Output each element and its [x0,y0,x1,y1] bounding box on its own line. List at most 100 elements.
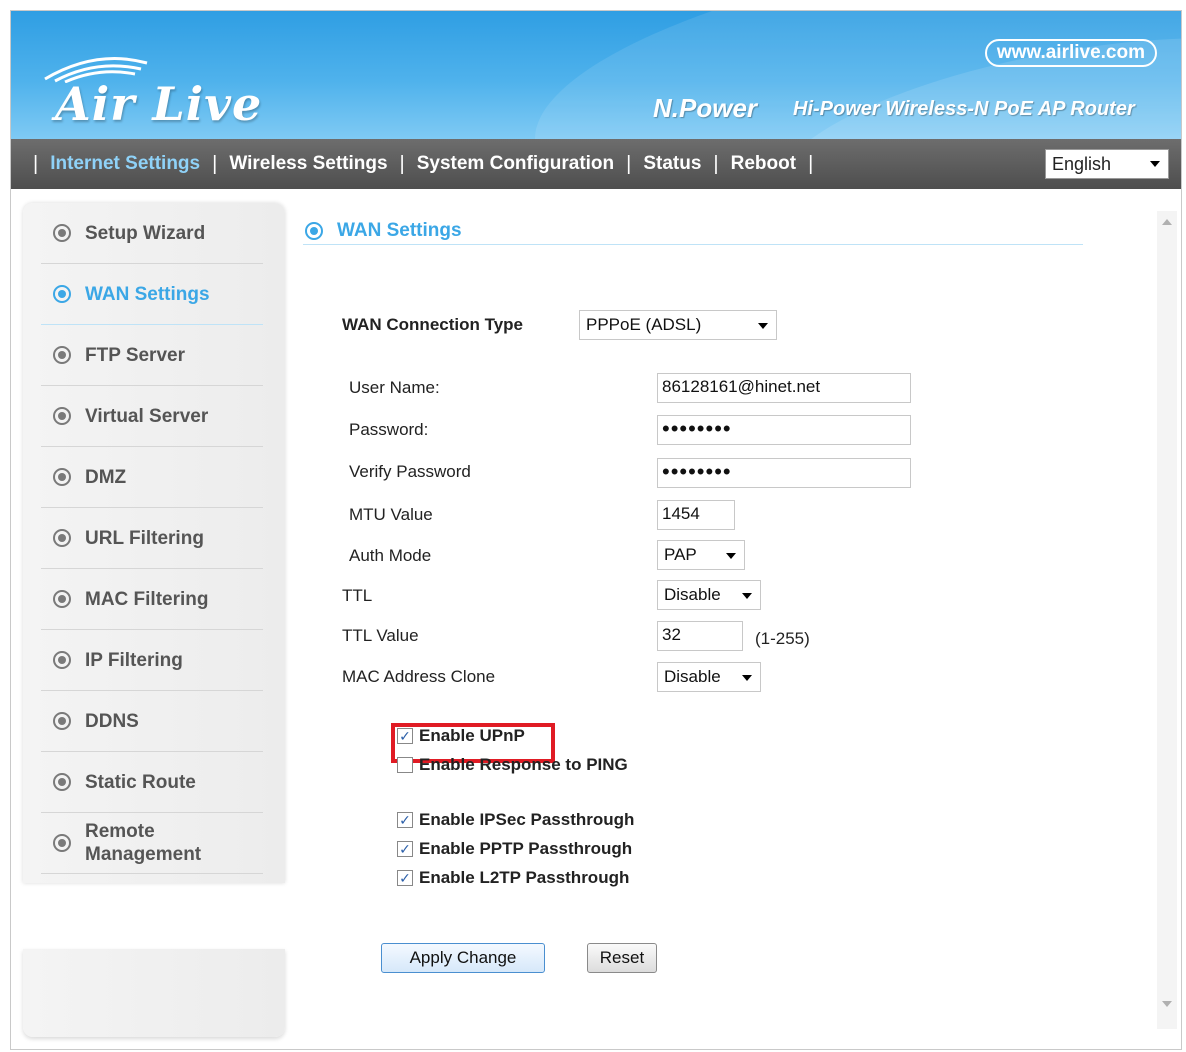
mtu-input[interactable]: 1454 [657,500,735,530]
sidebar-item-label: Remote Management [85,821,202,865]
product-tagline: Hi-Power Wireless-N PoE AP Router [793,98,1135,120]
ttl-label: TTL [342,586,373,605]
sidebar-item-label: FTP Server [85,344,185,366]
sidebar-footer [23,949,285,1037]
radio-bullet-icon [53,224,71,242]
sidebar-item-label: WAN Settings [85,283,210,305]
enable-upnp-row[interactable]: ✓ Enable UPnP [397,726,525,746]
sidebar-item-label: DMZ [85,466,127,488]
nav-divider: | [212,152,218,175]
radio-bullet-icon [53,468,71,486]
verify-password-input[interactable]: •••••••• [657,458,911,488]
radio-bullet-icon [53,712,71,730]
sidebar-item-dmz[interactable]: DMZ [41,447,263,508]
ttl-value-label: TTL Value [342,626,419,645]
checkbox-checked-icon[interactable]: ✓ [397,728,413,744]
sidebar-item-setup-wizard[interactable]: Setup Wizard [41,203,263,264]
enable-ping-label: Enable Response to PING [419,755,628,774]
sidebar-item-ddns[interactable]: DDNS [41,691,263,752]
auth-mode-select[interactable]: PAP [657,540,745,570]
sidebar-item-label: IP Filtering [85,649,183,671]
language-value: English [1052,153,1112,174]
auth-mode-value: PAP [664,545,697,564]
verify-password-label: Verify Password [349,462,471,481]
mac-clone-select[interactable]: Disable [657,662,761,692]
radio-bullet-icon [53,529,71,547]
auth-mode-label: Auth Mode [349,546,432,565]
sidebar-item-url-filtering[interactable]: URL Filtering [41,508,263,569]
nav-system-configuration[interactable]: System Configuration [417,153,614,175]
nav-reboot[interactable]: Reboot [731,153,796,175]
sidebar-item-label: Static Route [85,771,196,793]
header-banner: Air Live www.airlive.com N.Power Hi-Powe… [11,11,1181,139]
page-title: WAN Settings [337,219,462,241]
product-line: N.Power [653,93,758,123]
sidebar-item-remote-management[interactable]: Remote Management [41,813,263,874]
enable-ipsec-row[interactable]: ✓ Enable IPSec Passthrough [397,810,634,830]
sidebar-item-virtual-server[interactable]: Virtual Server [41,386,263,447]
nav-internet-settings[interactable]: Internet Settings [50,153,200,175]
nav-divider: | [808,152,814,175]
sidebar-item-ip-filtering[interactable]: IP Filtering [41,630,263,691]
user-name-input[interactable]: 86128161@hinet.net [657,373,911,403]
enable-l2tp-label: Enable L2TP Passthrough [419,868,630,887]
radio-bullet-icon [53,834,71,852]
mac-clone-value: Disable [664,667,721,686]
sidebar-item-label: URL Filtering [85,527,204,549]
sidebar: Setup Wizard WAN Settings FTP Server Vir… [23,203,285,883]
scroll-down-icon[interactable] [1162,1001,1172,1007]
browser-frame: Air Live www.airlive.com N.Power Hi-Powe… [10,10,1182,1050]
enable-pptp-label: Enable PPTP Passthrough [419,839,633,858]
nav-divider: | [399,152,405,175]
wan-connection-type-label: WAN Connection Type [342,315,524,334]
wan-connection-type-value: PPPoE (ADSL) [586,315,702,334]
scroll-up-icon[interactable] [1162,219,1172,225]
sidebar-item-ftp-server[interactable]: FTP Server [41,325,263,386]
nav-divider: | [713,152,719,175]
checkbox-checked-icon[interactable]: ✓ [397,870,413,886]
enable-upnp-label: Enable UPnP [419,726,525,745]
chevron-down-icon [1150,161,1160,167]
enable-ping-row[interactable]: Enable Response to PING [397,755,628,775]
checkbox-checked-icon[interactable]: ✓ [397,812,413,828]
top-nav: | Internet Settings | Wireless Settings … [11,139,1181,189]
radio-bullet-icon [53,651,71,669]
chevron-down-icon [742,593,752,599]
checkbox-checked-icon[interactable]: ✓ [397,841,413,857]
wan-connection-type-select[interactable]: PPPoE (ADSL) [579,310,777,340]
radio-bullet-icon [53,773,71,791]
radio-bullet-icon [305,221,323,240]
chevron-down-icon [726,553,736,559]
radio-bullet-icon [53,346,71,364]
enable-pptp-row[interactable]: ✓ Enable PPTP Passthrough [397,839,632,859]
nav-divider: | [626,152,632,175]
checkbox-unchecked-icon[interactable] [397,757,413,773]
mac-clone-label: MAC Address Clone [342,667,496,686]
language-select[interactable]: English [1045,149,1169,179]
radio-bullet-icon [53,285,71,303]
airlive-logo[interactable]: Air Live [55,77,262,131]
nav-status[interactable]: Status [643,153,701,175]
password-input[interactable]: •••••••• [657,415,911,445]
ttl-value: Disable [664,585,721,604]
radio-bullet-icon [53,407,71,425]
ttl-range-hint: (1-255) [755,629,810,648]
user-name-label: User Name: [349,378,440,397]
sidebar-item-mac-filtering[interactable]: MAC Filtering [41,569,263,630]
sidebar-item-static-route[interactable]: Static Route [41,752,263,813]
radio-bullet-icon [53,590,71,608]
chevron-down-icon [742,675,752,681]
vertical-scrollbar[interactable] [1157,211,1177,1029]
apply-change-button[interactable]: Apply Change [381,943,545,973]
website-link[interactable]: www.airlive.com [984,39,1157,67]
reset-button[interactable]: Reset [587,943,657,973]
password-label: Password: [349,420,429,439]
ttl-value-input[interactable]: 32 [657,621,743,651]
nav-wireless-settings[interactable]: Wireless Settings [229,153,387,175]
enable-ipsec-label: Enable IPSec Passthrough [419,810,635,829]
sidebar-item-wan-settings[interactable]: WAN Settings [41,264,263,325]
mtu-label: MTU Value [349,505,433,524]
nav-divider: | [33,152,39,175]
ttl-select[interactable]: Disable [657,580,761,610]
enable-l2tp-row[interactable]: ✓ Enable L2TP Passthrough [397,868,629,888]
